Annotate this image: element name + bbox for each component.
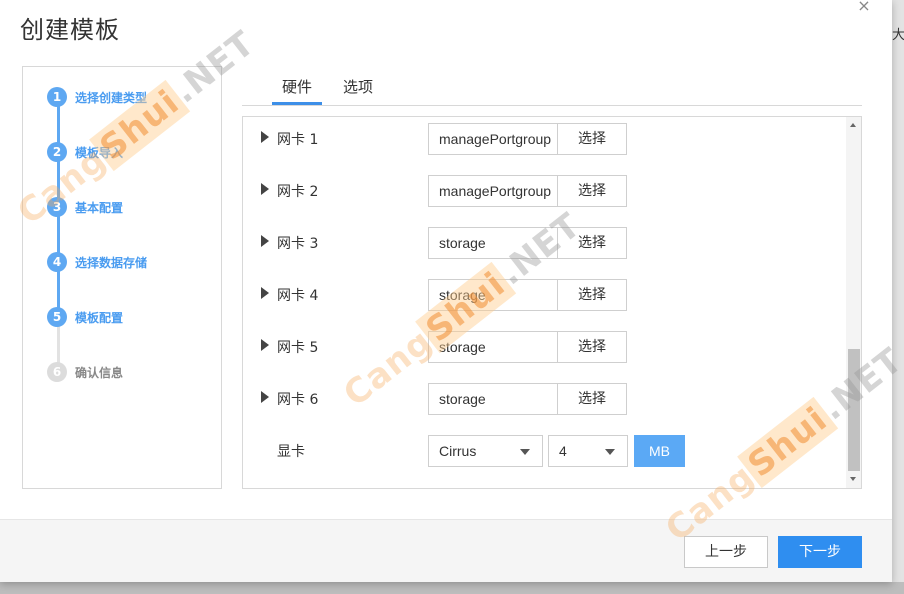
nic-row-3: 网卡 3 storage 选择 xyxy=(243,226,843,260)
video-memory-value: 4 xyxy=(559,443,567,459)
scroll-up-icon[interactable] xyxy=(850,123,856,127)
expand-arrow-icon[interactable] xyxy=(261,287,269,299)
video-adapter-value: Cirrus xyxy=(439,443,477,459)
nic-label: 网卡 4 xyxy=(277,288,319,304)
scrollbar-thumb[interactable] xyxy=(848,349,860,471)
step-label: 选择创建类型 xyxy=(75,90,148,105)
nic-network-field[interactable]: storage xyxy=(428,279,558,311)
nic-network-field[interactable]: storage xyxy=(428,331,558,363)
expand-arrow-icon[interactable] xyxy=(261,339,269,351)
step-label: 确认信息 xyxy=(75,365,124,380)
step-label: 模板导入 xyxy=(75,145,124,160)
expand-arrow-icon[interactable] xyxy=(261,391,269,403)
create-template-dialog: 创建模板 × 1 选择创建类型 2 模板导入 3 基本配置 4 选择数据存储 5… xyxy=(0,0,892,582)
video-adapter-select[interactable]: Cirrus xyxy=(428,435,543,467)
step-label: 模板配置 xyxy=(75,310,124,325)
expand-arrow-icon[interactable] xyxy=(261,131,269,143)
expand-arrow-icon[interactable] xyxy=(261,235,269,247)
nic-network-field[interactable]: managePortgroup xyxy=(428,175,558,207)
tab-bar: 硬件 选项 xyxy=(242,72,862,106)
video-card-row: 显卡 Cirrus 4 MB xyxy=(243,434,843,468)
next-step-button[interactable]: 下一步 xyxy=(778,536,862,568)
dialog-footer: 上一步 下一步 xyxy=(0,519,892,582)
nic-row-6: 网卡 6 storage 选择 xyxy=(243,382,843,416)
nic-network-field[interactable]: storage xyxy=(428,227,558,259)
step-number: 2 xyxy=(47,142,67,162)
background-edge-text: 大小 xyxy=(892,28,904,43)
step-number: 4 xyxy=(47,252,67,272)
chevron-down-icon xyxy=(520,449,530,455)
nic-label: 网卡 3 xyxy=(277,236,319,252)
tab-options[interactable]: 选项 xyxy=(333,76,383,105)
memory-unit-button[interactable]: MB xyxy=(634,435,685,467)
dialog-title: 创建模板 xyxy=(20,16,120,44)
step-number: 1 xyxy=(47,87,67,107)
nic-label: 网卡 2 xyxy=(277,184,319,200)
nic-row-4: 网卡 4 storage 选择 xyxy=(243,278,843,312)
nic-select-button[interactable]: 选择 xyxy=(557,227,627,259)
nic-network-field[interactable]: storage xyxy=(428,383,558,415)
nic-label: 网卡 5 xyxy=(277,340,319,356)
nic-network-field[interactable]: managePortgroup xyxy=(428,123,558,155)
chevron-down-icon xyxy=(605,449,615,455)
nic-select-button[interactable]: 选择 xyxy=(557,279,627,311)
nic-row-5: 网卡 5 storage 选择 xyxy=(243,330,843,364)
step-number: 5 xyxy=(47,307,67,327)
step-label: 选择数据存储 xyxy=(75,255,148,270)
step-3: 3 基本配置 xyxy=(47,196,123,218)
video-card-label: 显卡 xyxy=(277,444,305,460)
previous-step-button[interactable]: 上一步 xyxy=(684,536,768,568)
step-1: 1 选择创建类型 xyxy=(47,86,147,108)
close-icon[interactable]: × xyxy=(856,0,872,14)
hardware-panel: 网卡 1 managePortgroup 选择 网卡 2 managePortg… xyxy=(242,116,862,489)
tab-hardware[interactable]: 硬件 xyxy=(272,76,323,105)
nic-row-2: 网卡 2 managePortgroup 选择 xyxy=(243,174,843,208)
nic-label: 网卡 1 xyxy=(277,132,319,148)
video-memory-select[interactable]: 4 xyxy=(548,435,628,467)
background-bottom xyxy=(0,582,904,594)
expand-arrow-icon[interactable] xyxy=(261,183,269,195)
scroll-down-icon[interactable] xyxy=(850,477,856,481)
nic-select-button[interactable]: 选择 xyxy=(557,331,627,363)
step-6: 6 确认信息 xyxy=(47,361,123,383)
step-2: 2 模板导入 xyxy=(47,141,123,163)
step-label: 基本配置 xyxy=(75,200,124,215)
nic-row-1: 网卡 1 managePortgroup 选择 xyxy=(243,122,843,156)
nic-select-button[interactable]: 选择 xyxy=(557,175,627,207)
step-5: 5 模板配置 xyxy=(47,306,123,328)
step-4: 4 选择数据存储 xyxy=(47,251,147,273)
scrollbar[interactable] xyxy=(846,117,861,488)
background-strip xyxy=(892,0,904,594)
step-number: 6 xyxy=(47,362,67,382)
nic-label: 网卡 6 xyxy=(277,392,319,408)
nic-select-button[interactable]: 选择 xyxy=(557,123,627,155)
step-number: 3 xyxy=(47,197,67,217)
wizard-steps: 1 选择创建类型 2 模板导入 3 基本配置 4 选择数据存储 5 模板配置 6… xyxy=(22,66,222,489)
nic-select-button[interactable]: 选择 xyxy=(557,383,627,415)
